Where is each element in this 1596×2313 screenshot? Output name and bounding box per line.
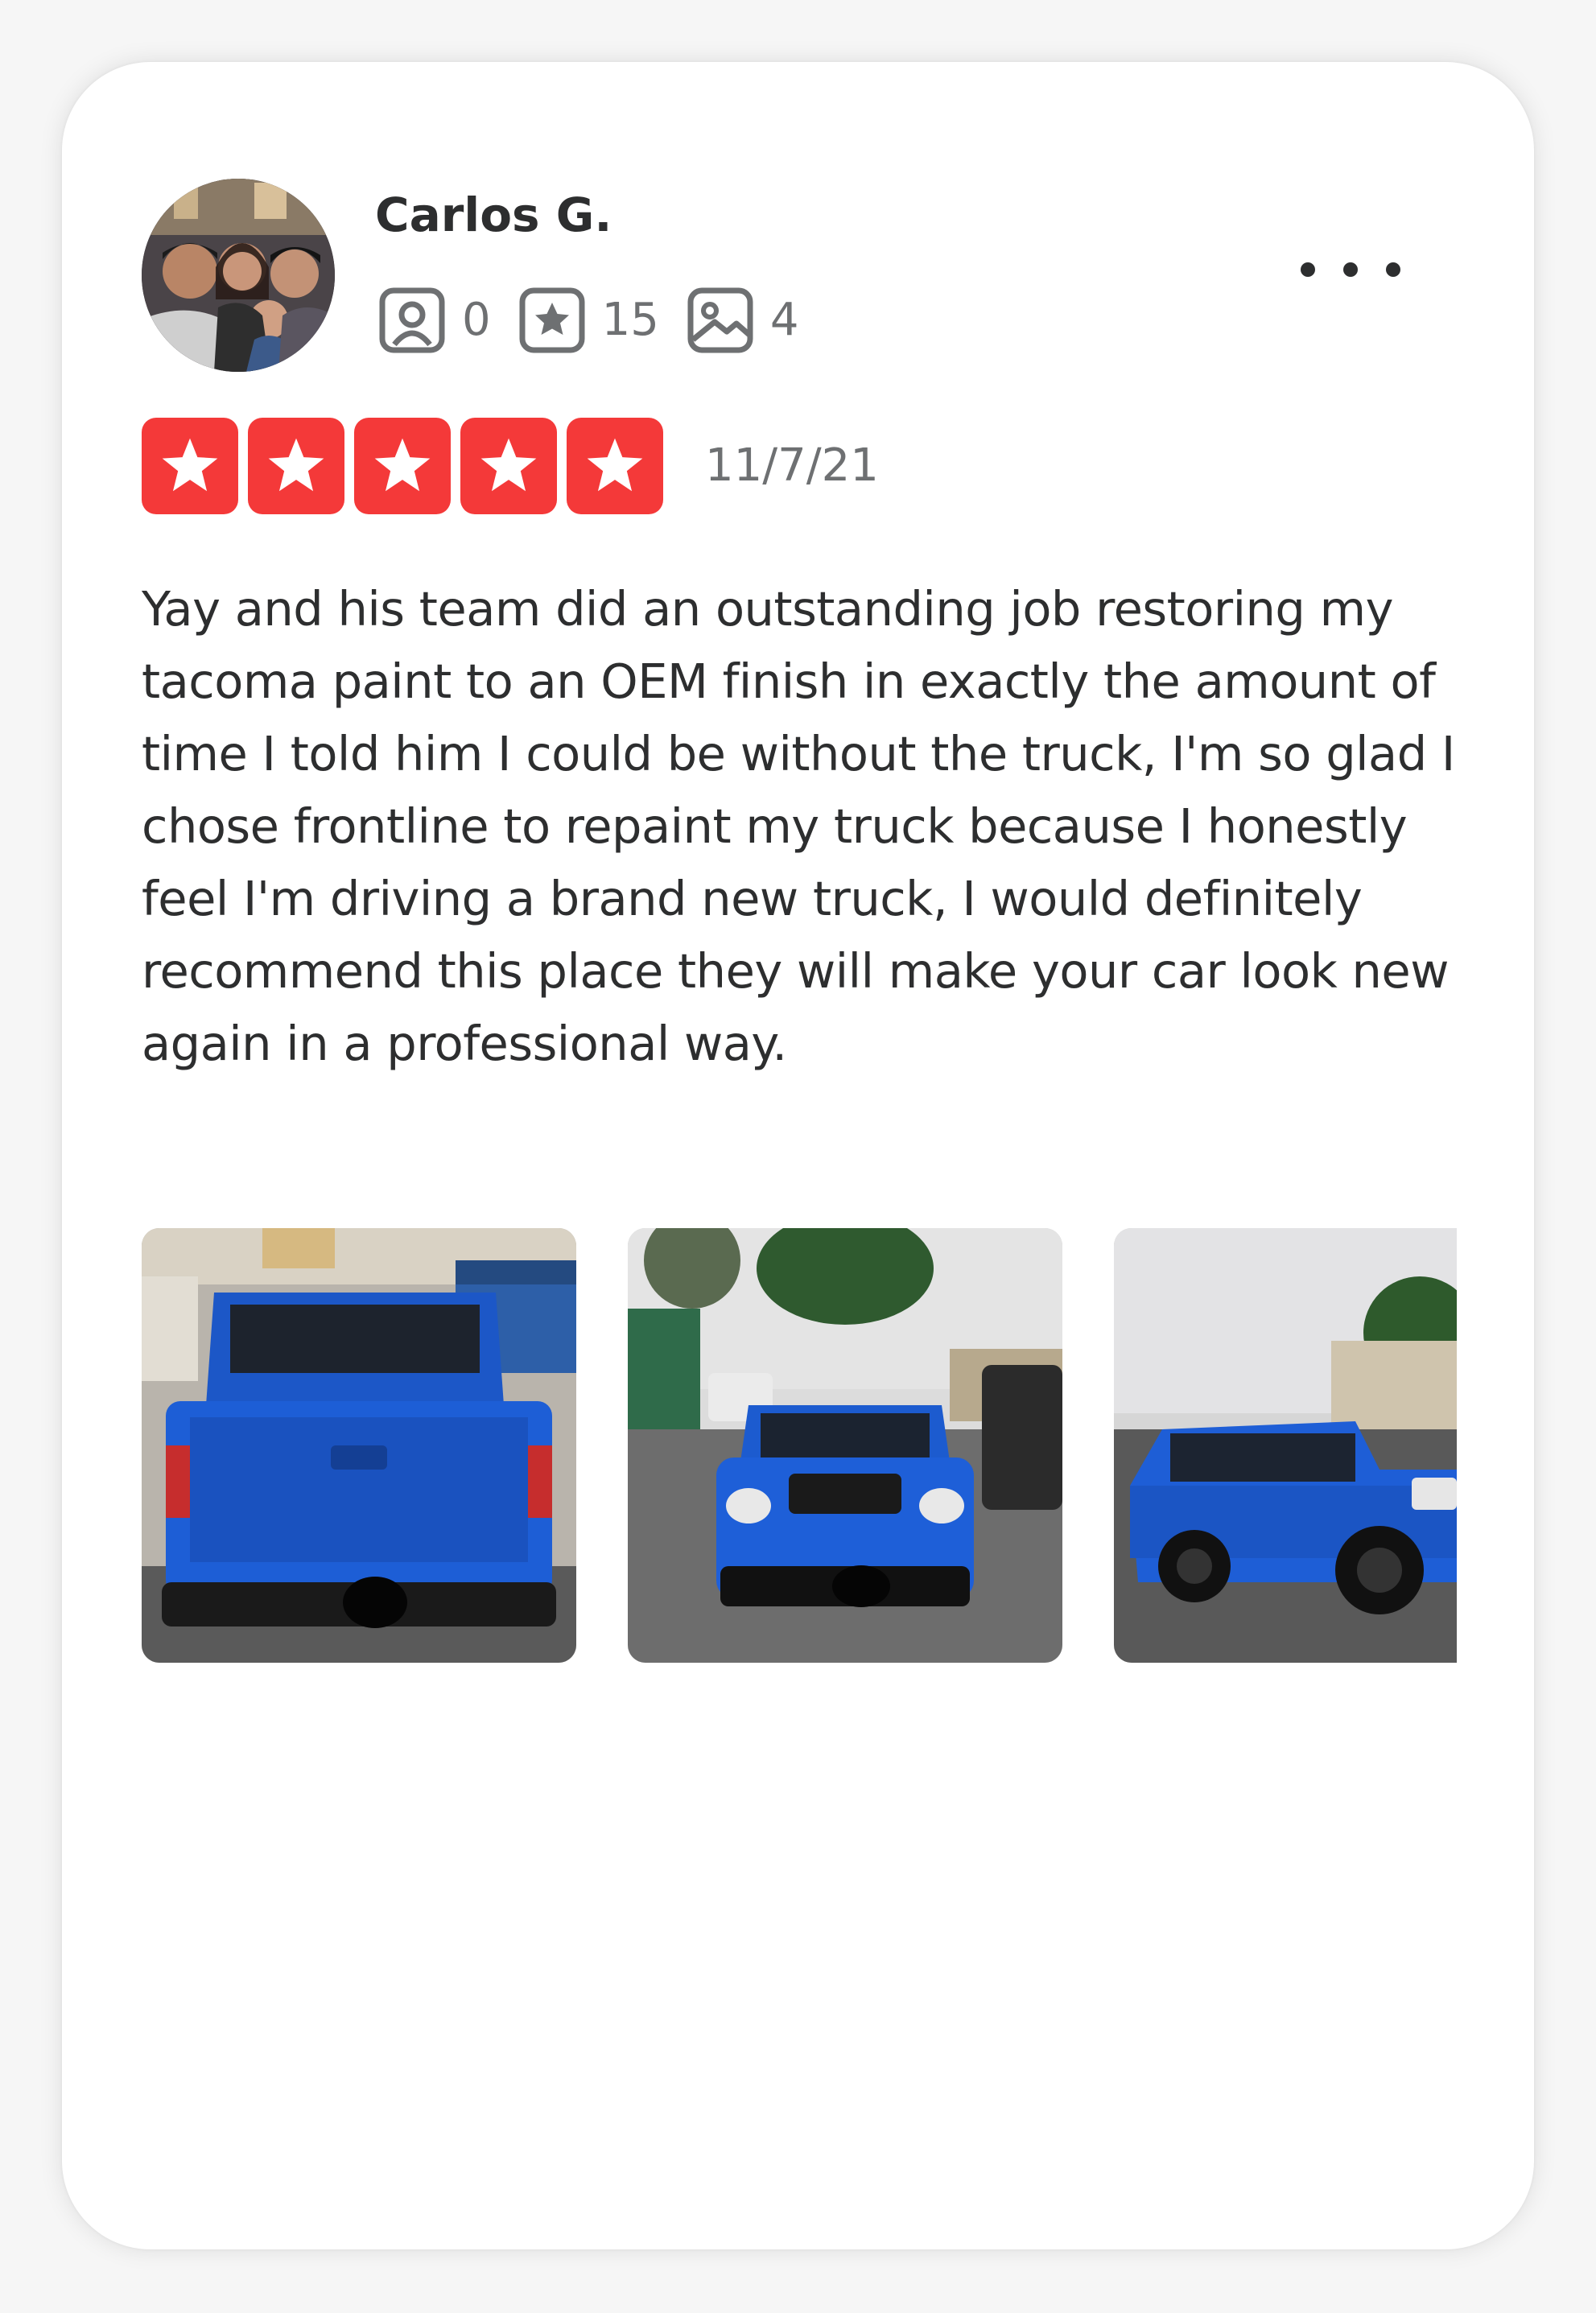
star-icon xyxy=(354,418,451,514)
photos-icon xyxy=(687,287,754,354)
review-date: 11/7/21 xyxy=(705,439,879,492)
star-icon xyxy=(142,418,238,514)
author-name[interactable]: Carlos G. xyxy=(375,187,612,243)
review-photo[interactable] xyxy=(142,1228,576,1663)
star-icon xyxy=(460,418,557,514)
more-dot xyxy=(1343,262,1358,277)
star-icon xyxy=(567,418,663,514)
star-icon xyxy=(248,418,344,514)
reviews-star-icon xyxy=(518,287,586,354)
more-horizontal-icon xyxy=(1301,262,1315,277)
photos-count: 4 xyxy=(769,294,799,346)
reviews-stat: 15 xyxy=(518,287,659,354)
review-text: Yay and his team did an outstanding job … xyxy=(142,581,1455,1071)
friends-icon xyxy=(378,287,446,354)
user-avatar[interactable] xyxy=(142,179,335,372)
author-stats: 0 15 4 xyxy=(378,287,827,354)
review-card xyxy=(62,62,1534,2249)
photos-stat: 4 xyxy=(687,287,799,354)
review-photo[interactable] xyxy=(628,1228,1062,1663)
friends-count: 0 xyxy=(462,294,491,346)
reviews-count: 15 xyxy=(601,294,659,346)
star-rating: 11/7/21 xyxy=(142,418,879,514)
more-dot xyxy=(1386,262,1400,277)
photo-strip xyxy=(142,1228,1457,1663)
more-options-button[interactable] xyxy=(1294,241,1407,298)
review-photo[interactable] xyxy=(1114,1228,1457,1663)
friends-stat: 0 xyxy=(378,287,491,354)
